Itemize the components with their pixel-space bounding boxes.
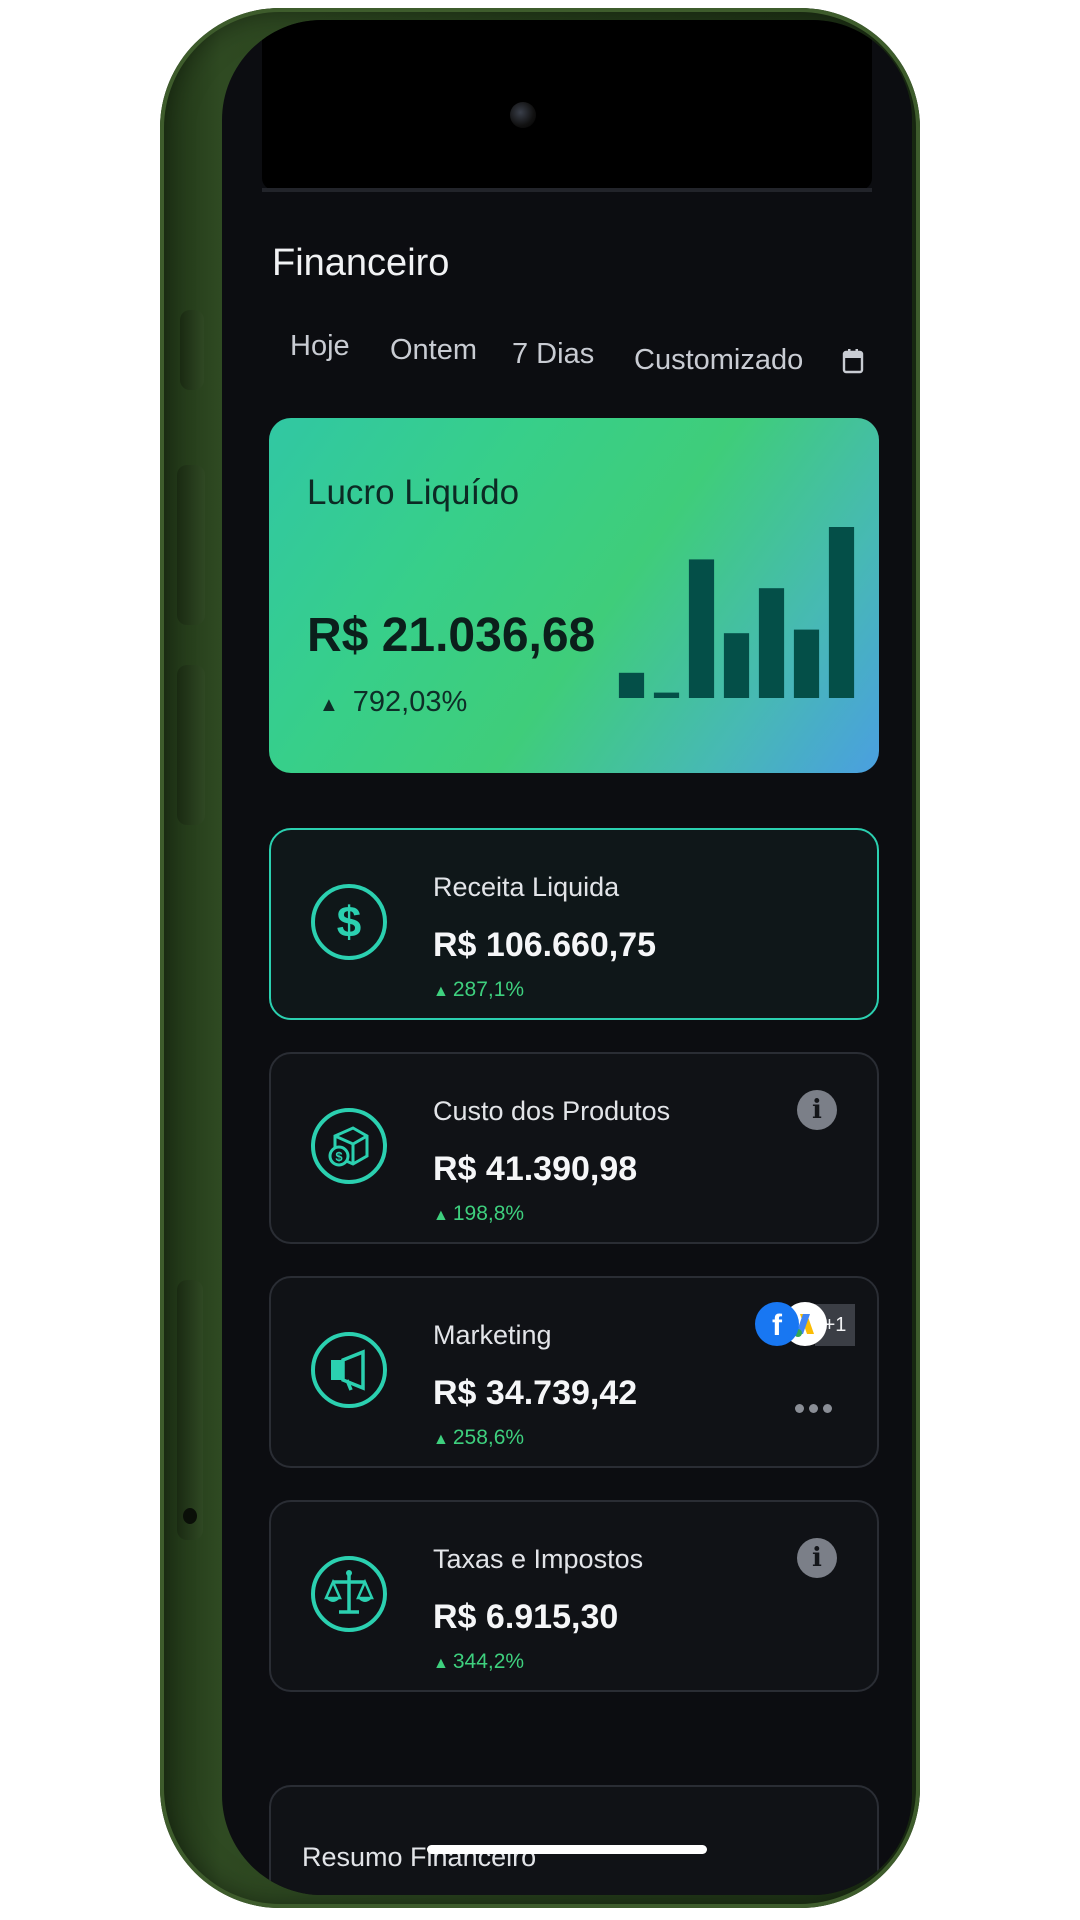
- metric-value: R$ 41.390,98: [433, 1150, 638, 1188]
- volume-up-button: [177, 465, 205, 625]
- dollar-circle-icon: $: [311, 884, 387, 960]
- up-arrow-icon: ▲: [433, 1655, 449, 1672]
- calendar-icon[interactable]: [842, 348, 864, 374]
- metric-card-custo-produtos[interactable]: $ Custo dos Produtos R$ 41.390,98 ▲ 198,8…: [269, 1052, 879, 1244]
- up-arrow-icon: ▲: [319, 694, 339, 716]
- net-profit-bar-chart: [618, 527, 855, 698]
- home-indicator[interactable]: [427, 1845, 707, 1854]
- tab-customizado[interactable]: Customizado: [634, 344, 803, 377]
- chart-bar-3: [688, 559, 715, 698]
- up-arrow-icon: ▲: [433, 1431, 449, 1448]
- mic-hole: [183, 1508, 197, 1524]
- metric-label: Custo dos Produtos: [433, 1096, 671, 1126]
- metric-change-value: 198,8%: [452, 1202, 525, 1225]
- status-area: [262, 20, 872, 190]
- screen: Financeiro Hoje Ontem 7 Dias Customizado…: [222, 20, 912, 1895]
- metric-change: ▲ 344,2%: [433, 1650, 524, 1674]
- up-arrow-icon: ▲: [433, 983, 449, 1000]
- volume-down-button: [177, 665, 205, 825]
- metric-card-receita[interactable]: $ Receita Liquida R$ 106.660,75 ▲ 287,1%: [269, 828, 879, 1020]
- tab-hoje[interactable]: Hoje: [290, 330, 350, 363]
- box-dollar-icon: $: [311, 1108, 387, 1184]
- date-range-tabs: Hoje Ontem 7 Dias Customizado: [290, 330, 890, 390]
- metric-label: Taxas e Impostos: [433, 1544, 644, 1574]
- financial-summary-card[interactable]: [269, 1785, 879, 1895]
- camera-icon: [510, 102, 536, 128]
- net-profit-value: R$ 21.036,68: [307, 609, 596, 662]
- silent-switch: [180, 310, 204, 390]
- metric-label: Receita Liquida: [433, 872, 620, 902]
- info-icon[interactable]: i: [797, 1090, 837, 1130]
- scales-icon: [311, 1556, 387, 1632]
- metric-value: R$ 6.915,30: [433, 1598, 619, 1636]
- svg-text:$: $: [335, 1149, 343, 1164]
- stage: Financeiro Hoje Ontem 7 Dias Customizado…: [0, 0, 1080, 1920]
- sim-tray: [177, 1280, 203, 1540]
- ad-platforms[interactable]: +1 f: [755, 1302, 855, 1350]
- chart-bar-5: [758, 588, 785, 698]
- tab-ontem[interactable]: Ontem: [390, 334, 477, 367]
- chart-bar-7: [828, 527, 855, 698]
- metric-change: ▲ 258,6%: [433, 1426, 524, 1450]
- page-title: Financeiro: [272, 242, 450, 284]
- net-profit-card[interactable]: Lucro Liquído R$ 21.036,68 ▲ 792,03%: [269, 418, 879, 773]
- metric-change: ▲ 287,1%: [433, 978, 524, 1002]
- metric-label: Marketing: [433, 1320, 552, 1350]
- info-icon[interactable]: i: [797, 1538, 837, 1578]
- svg-text:$: $: [337, 898, 361, 947]
- header-divider: [262, 188, 872, 192]
- net-profit-change-value: 792,03%: [352, 686, 468, 718]
- chart-bar-1: [618, 672, 645, 698]
- up-arrow-icon: ▲: [433, 1207, 449, 1224]
- metric-card-taxas[interactable]: Taxas e Impostos R$ 6.915,30 ▲ 344,2% i: [269, 1500, 879, 1692]
- metric-value: R$ 34.739,42: [433, 1374, 638, 1412]
- metric-change-value: 287,1%: [452, 978, 525, 1001]
- metric-change: ▲ 198,8%: [433, 1202, 524, 1226]
- metric-card-marketing[interactable]: Marketing R$ 34.739,42 ▲ 258,6% +1 f: [269, 1276, 879, 1468]
- tab-7-dias[interactable]: 7 Dias: [512, 338, 594, 371]
- metric-change-value: 258,6%: [452, 1426, 525, 1449]
- net-profit-change: ▲ 792,03%: [319, 686, 467, 719]
- chart-bar-4: [723, 633, 750, 698]
- chart-bar-2: [653, 692, 680, 698]
- net-profit-label: Lucro Liquído: [307, 473, 520, 512]
- chart-bar-6: [793, 629, 820, 698]
- more-options-icon[interactable]: [795, 1398, 837, 1413]
- megaphone-icon: [311, 1332, 387, 1408]
- metric-value: R$ 106.660,75: [433, 926, 657, 964]
- metric-change-value: 344,2%: [452, 1650, 525, 1673]
- facebook-icon: f: [755, 1302, 799, 1346]
